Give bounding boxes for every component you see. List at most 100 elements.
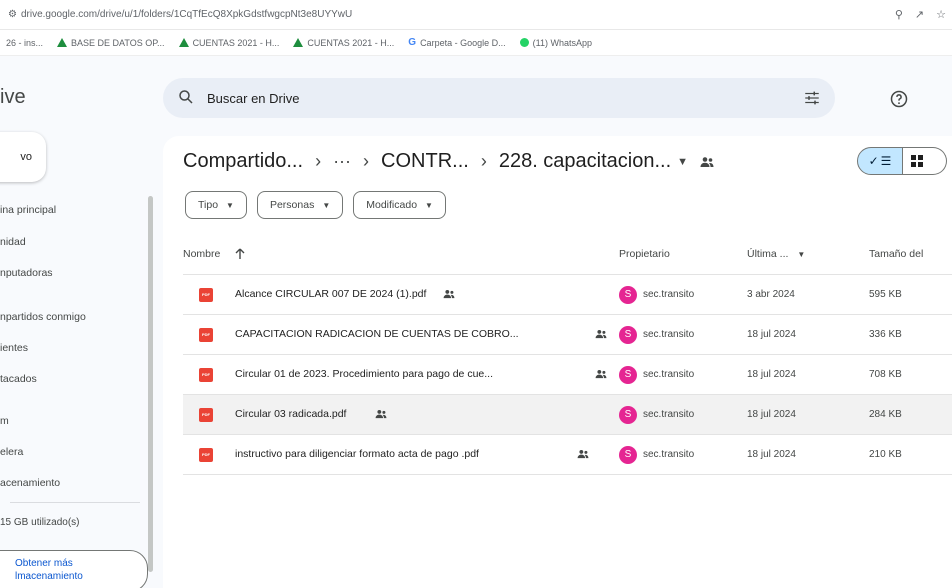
breadcrumb-middle[interactable]: CONTR... [381,150,469,173]
sort-arrow-up-icon[interactable] [235,248,245,260]
file-size: 336 KB [869,329,902,340]
breadcrumb-current[interactable]: 228. capacitacion... [499,150,671,173]
file-row-selected[interactable]: PDF Circular 03 radicada.pdf S sec.trans… [183,395,952,435]
filter-chip-type[interactable]: Tipo ▼ [185,191,247,219]
bookmark-label: BASE DE DATOS OP... [71,37,165,48]
site-info-icon[interactable]: ⚙ [8,9,17,20]
search-icon[interactable] [177,88,195,106]
sidebar-item-starred[interactable]: tacados [0,373,37,385]
storage-divider [10,502,140,503]
owner-name: sec.transito [643,449,695,460]
bookmark-star-icon[interactable]: ☆ [936,8,946,21]
file-name: Circular 01 de 2023. Procedimiento para … [235,368,493,380]
file-name: Alcance CIRCULAR 007 DE 2024 (1).pdf [235,288,427,300]
share-page-icon[interactable]: ↗ [915,8,924,21]
bookmark-item[interactable]: CUENTAS 2021 - H... [293,38,394,48]
search-bar[interactable] [163,78,835,118]
bookmark-item[interactable]: CUENTAS 2021 - H... [178,38,279,48]
sidebar-item-shared-with-me[interactable]: npartidos conmigo [0,311,86,323]
shared-icon [577,450,589,459]
new-button[interactable]: vo [0,132,46,182]
sidebar-item-my-drive[interactable]: nidad [0,236,26,248]
avatar[interactable]: S [619,366,637,384]
grid-view-button[interactable] [903,147,947,175]
column-header-name[interactable]: Nombre [183,248,245,260]
avatar[interactable]: S [619,446,637,464]
chevron-right-icon: › [315,151,322,171]
file-name: Circular 03 radicada.pdf [235,408,347,420]
drive-icon [293,38,304,47]
chevron-right-icon: › [480,151,487,171]
file-size: 210 KB [869,449,902,460]
bookmark-item[interactable]: G Carpeta - Google D... [408,37,505,48]
bookmarks-bar: 26 - ins... BASE DE DATOS OP... CUENTAS … [0,30,952,56]
drive-brand[interactable]: ive [0,86,26,109]
help-icon[interactable] [889,89,909,109]
chevron-right-icon: › [363,151,370,171]
new-button-label: vo [20,151,32,163]
bookmark-item[interactable]: 26 - ins... [6,38,43,48]
chip-label: Modificado [366,199,418,211]
bookmark-label: 26 - ins... [6,37,44,48]
file-size: 708 KB [869,369,902,380]
search-input[interactable] [207,78,767,118]
pdf-icon: PDF [199,328,213,342]
list-view-button[interactable]: ✓ ☰ [857,147,903,175]
column-header-size[interactable]: Tamaño del [869,248,923,260]
storage-button-line2: lmacenamiento [15,571,83,582]
file-row[interactable]: PDF Alcance CIRCULAR 007 DE 2024 (1).pdf… [183,275,952,315]
owner-name: sec.transito [643,329,695,340]
avatar[interactable]: S [619,326,637,344]
chip-label: Tipo [198,199,219,211]
sidebar-item-storage[interactable]: acenamiento [0,477,60,489]
search-options-icon[interactable] [803,89,821,107]
google-icon: G [408,37,417,48]
grid-icon [911,155,923,167]
drive-app: ive vo ina principal nidad nputadoras np… [0,56,952,588]
shared-icon [595,330,607,339]
filter-chip-people[interactable]: Personas ▼ [256,191,344,219]
column-header-owner[interactable]: Propietario [619,248,670,260]
pdf-icon: PDF [199,288,213,302]
owner-name: sec.transito [643,289,695,300]
caret-down-icon[interactable]: ▼ [677,156,688,168]
bookmark-label: CUENTAS 2021 - H... [307,37,395,48]
sidebar-item-recent[interactable]: ientes [0,342,28,354]
chip-label: Personas [269,199,315,211]
browser-url-bar[interactable]: ⚙ drive.google.com/drive/u/1/folders/1Cq… [0,0,952,30]
avatar[interactable]: S [619,406,637,424]
sidebar-item-home[interactable]: ina principal [0,204,56,216]
filter-chip-modified[interactable]: Modificado ▼ [353,191,446,219]
sidebar-item-trash[interactable]: elera [0,446,23,458]
modified-date: 3 abr 2024 [747,289,795,300]
url-text[interactable]: drive.google.com/drive/u/1/folders/1CqTf… [21,9,352,20]
breadcrumb-more[interactable]: ··· [333,151,351,172]
sidebar-scrollbar[interactable] [148,196,153,572]
bookmark-label: Carpeta - Google D... [420,37,506,48]
sidebar-item-computers[interactable]: nputadoras [0,267,53,279]
file-row[interactable]: PDF CAPACITACION RADICACION DE CUENTAS D… [183,315,952,355]
avatar[interactable]: S [619,286,637,304]
bookmark-label: (11) WhatsApp [532,37,592,48]
file-name: CAPACITACION RADICACION DE CUENTAS DE CO… [235,328,519,340]
modified-date: 18 jul 2024 [747,329,796,340]
file-row[interactable]: PDF Circular 01 de 2023. Procedimiento p… [183,355,952,395]
pdf-icon: PDF [199,408,213,422]
column-header-modified[interactable]: Última ... ▼ [747,248,805,260]
file-size: 284 KB [869,409,902,420]
drive-icon [57,38,68,47]
sidebar-item-spam[interactable]: m [0,415,9,427]
zoom-icon[interactable]: ⚲ [895,8,903,21]
modified-date: 18 jul 2024 [747,449,796,460]
caret-down-icon: ▼ [226,200,234,210]
pdf-icon: PDF [199,368,213,382]
get-more-storage-button[interactable]: Obtener más lmacenamiento [0,550,148,588]
bookmark-item[interactable]: BASE DE DATOS OP... [57,38,165,48]
owner-name: sec.transito [643,409,695,420]
breadcrumb-root[interactable]: Compartido... [183,150,303,173]
modified-date: 18 jul 2024 [747,409,796,420]
file-name: instructivo para diligenciar formato act… [235,448,479,460]
storage-usage-text: 15 GB utilizado(s) [0,517,80,528]
file-row[interactable]: PDF instructivo para diligenciar formato… [183,435,952,475]
bookmark-item[interactable]: (11) WhatsApp [519,37,592,48]
